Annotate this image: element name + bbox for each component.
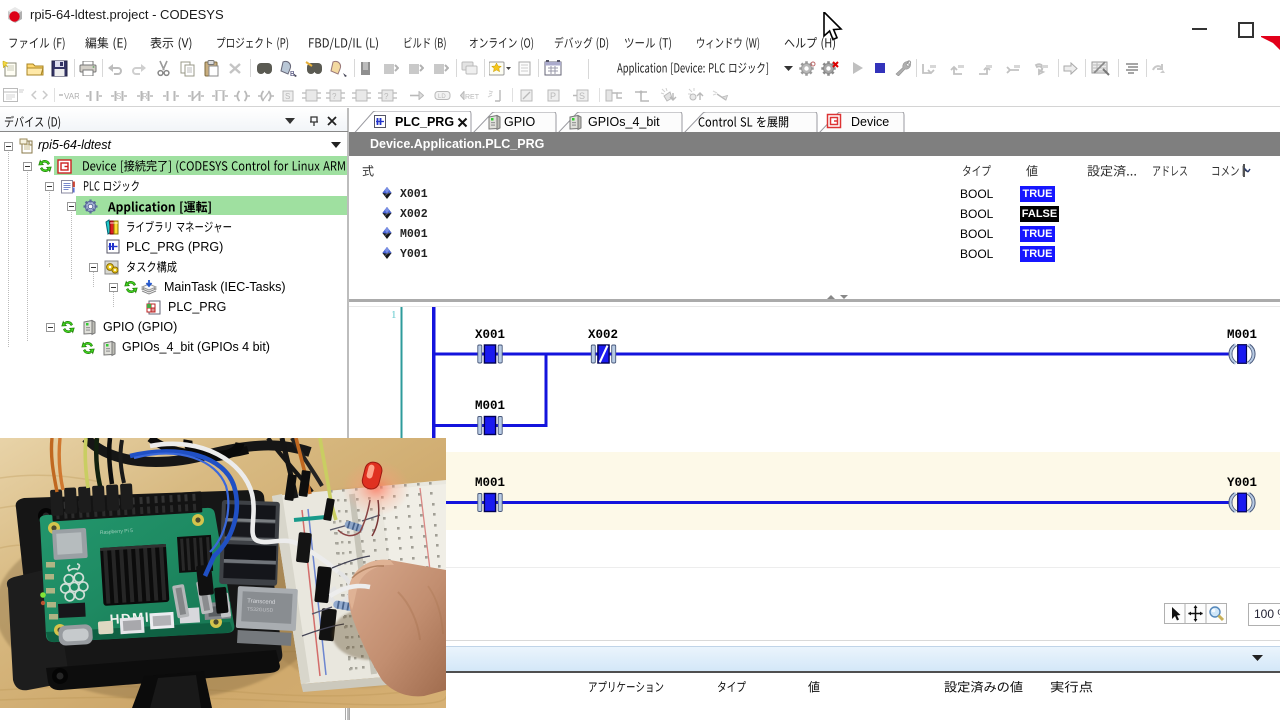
svg-text:S: S: [579, 91, 585, 101]
svg-text:S: S: [116, 92, 121, 101]
svg-text:R: R: [142, 92, 148, 101]
svg-text:VAR: VAR: [64, 92, 79, 99]
svg-text:?: ?: [332, 92, 337, 101]
svg-text:P: P: [550, 91, 556, 101]
svg-text:RET: RET: [465, 94, 479, 100]
svg-text:LD: LD: [438, 94, 446, 100]
svg-text:S: S: [285, 92, 290, 101]
svg-text:B: B: [290, 71, 295, 77]
svg-text:?: ?: [384, 92, 389, 101]
